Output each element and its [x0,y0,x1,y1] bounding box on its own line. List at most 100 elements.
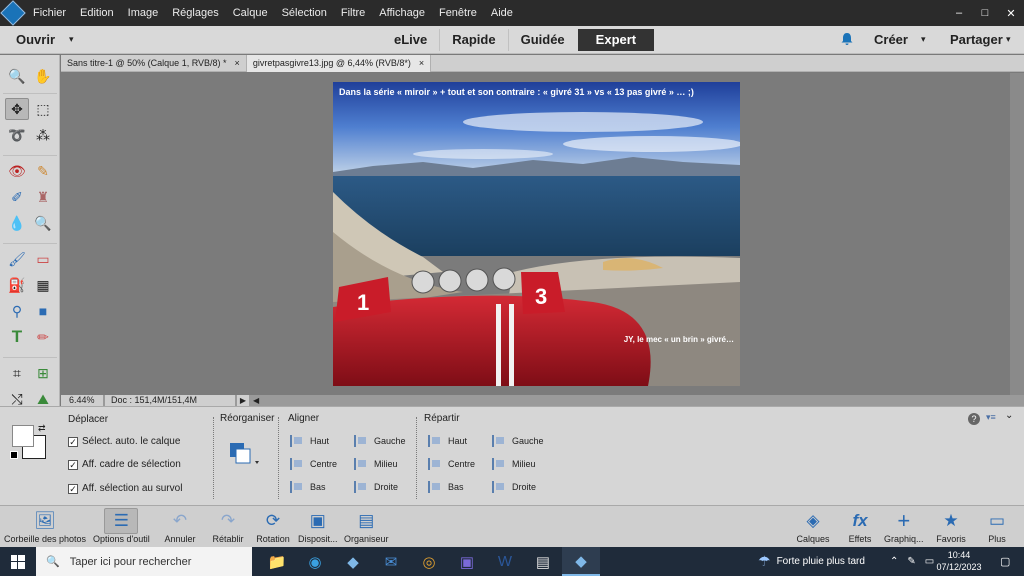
checkbox[interactable]: ✓ [68,459,78,470]
default-colors-icon[interactable] [10,451,18,459]
layout-button[interactable]: ▣ Disposit... [298,508,338,548]
text-tool-icon[interactable]: T [5,326,29,348]
redo-button[interactable]: ↷ Rétablir [211,508,245,548]
organizer-button[interactable]: ▤ Organiseur [344,508,389,548]
taskbar-search[interactable]: 🔍 Taper ici pour rechercher [36,547,252,576]
pen-icon[interactable]: ✎ [907,556,915,567]
eraser-tool-icon[interactable]: ▭ [31,248,55,270]
gradient-tool-icon[interactable]: ▦ [31,274,55,296]
menu-calque[interactable]: Calque [226,0,275,26]
sponge-tool-icon[interactable]: 🔍 [31,212,55,234]
effects-button[interactable]: fx Effets [843,508,877,548]
undo-button[interactable]: ↶ Annuler [163,508,197,548]
align-right[interactable]: Droite [354,481,398,493]
chevron-up-icon[interactable]: ⌃ [890,556,898,567]
crop-tool-icon[interactable]: ⌗ [5,362,29,384]
photoshop-elements-icon[interactable]: ◆ [562,547,600,576]
distribute-top[interactable]: Haut [428,435,467,447]
align-bottom[interactable]: Bas [290,481,326,493]
notepad-icon[interactable]: ▤ [524,547,562,576]
doc-tab-givre[interactable]: givretpasgivre13.jpg @ 6,44% (RVB/8*) × [246,55,432,72]
brush-tool-icon[interactable]: 🖌 [5,248,29,270]
checkbox[interactable]: ✓ [68,483,78,494]
clone-stamp-tool-icon[interactable]: ♜ [31,186,55,208]
zoom-level[interactable]: 6.44% [61,395,103,406]
align-top[interactable]: Haut [290,435,329,447]
doc-tab-untitled[interactable]: Sans titre-1 @ 50% (Calque 1, RVB/8) * × [61,55,247,72]
weather-widget[interactable]: ☂ Forte pluie plus tard [758,547,865,576]
pencil-tool-icon[interactable]: ✏ [31,326,55,348]
red-eye-tool-icon[interactable]: 👁 [5,160,29,182]
maximize-button[interactable]: □ [972,0,998,26]
menu-aide[interactable]: Aide [484,0,520,26]
help-icon[interactable]: ? [968,413,980,425]
show-bounding-box-check[interactable]: ✓ Aff. cadre de sélection [68,459,181,470]
distribute-bottom[interactable]: Bas [428,481,464,493]
bell-icon[interactable] [840,32,854,46]
mail-icon[interactable]: ✉ [372,547,410,576]
menu-filtre[interactable]: Filtre [334,0,372,26]
menu-image[interactable]: Image [121,0,166,26]
close-button[interactable]: ✕ [998,0,1024,26]
word-icon[interactable]: W [486,547,524,576]
tab-expert[interactable]: Expert [577,29,655,51]
create-button[interactable]: Créer [874,26,908,54]
tool-options-button[interactable]: ☰ Options d'outil [93,508,150,548]
menu-selection[interactable]: Sélection [275,0,334,26]
edge-icon[interactable]: ◉ [296,547,334,576]
elements-organizer-icon[interactable]: ◆ [334,547,372,576]
chevron-down-icon[interactable]: ▾ [69,34,74,45]
quick-selection-tool-icon[interactable]: ⁂ [31,124,55,146]
clock[interactable]: 10:44 07/12/2023 [934,549,984,573]
zoom-tool-icon[interactable]: 🔍 [5,65,29,87]
app-icon[interactable]: ▣ [448,547,486,576]
chevron-down-icon[interactable]: ▾ [1006,34,1011,45]
rotate-button[interactable]: ⟳ Rotation [256,508,290,548]
notifications-icon[interactable]: ▢ [1000,555,1010,568]
distribute-middle[interactable]: Milieu [492,458,536,470]
file-explorer-icon[interactable]: 📁 [258,547,296,576]
open-button[interactable]: Ouvrir [16,26,55,54]
scroll-left-icon[interactable]: ◀ [253,396,259,405]
document-photo[interactable]: 1 3 Dans la série « miroir » + tout et s… [333,82,740,386]
more-button[interactable]: ▭ Plus [980,508,1014,548]
menu-reglages[interactable]: Réglages [165,0,225,26]
checkbox[interactable]: ✓ [68,436,78,447]
menu-affichage[interactable]: Affichage [372,0,432,26]
foreground-color-swatch[interactable] [12,425,34,447]
vertical-scrollbar[interactable] [1010,73,1024,395]
eyedropper-tool-icon[interactable]: ⚲ [5,300,29,322]
show-highlight-rollover-check[interactable]: ✓ Aff. sélection au survol [68,483,182,494]
menu-fichier[interactable]: Fichier [26,0,73,26]
paint-bucket-tool-icon[interactable]: ⛽ [5,274,29,296]
marquee-tool-icon[interactable]: ⬚ [31,98,55,120]
distribute-right[interactable]: Droite [492,481,536,493]
close-icon[interactable]: × [419,55,424,72]
arrange-icon[interactable] [228,441,260,469]
tab-rapide[interactable]: Rapide [440,29,509,51]
tab-elive[interactable]: eLive [382,29,441,51]
status-menu-arrow-icon[interactable]: ▶ [237,395,249,406]
spot-healing-tool-icon[interactable]: ✎ [31,160,55,182]
layers-button[interactable]: ◈ Calques [796,508,830,548]
favorites-button[interactable]: ★ Favoris [934,508,968,548]
graphics-button[interactable]: + Graphiq... [884,508,924,548]
panel-menu-icon[interactable]: ▾≡ [986,412,996,423]
menu-edition[interactable]: Edition [73,0,121,26]
minimize-button[interactable]: – [946,0,972,26]
network-icon[interactable]: ▭ [925,556,934,567]
chevron-down-icon[interactable]: ▾ [921,34,926,45]
align-left[interactable]: Gauche [354,435,406,447]
photo-bin-button[interactable]: 🖼 Corbeille des photos [4,508,86,548]
shape-tool-icon[interactable]: ■ [31,300,55,322]
chevron-down-icon[interactable]: ⌄ [1005,410,1013,421]
chrome-icon[interactable]: ◎ [410,547,448,576]
align-center[interactable]: Centre [290,458,337,470]
canvas-area[interactable]: 1 3 Dans la série « miroir » + tout et s… [61,73,1024,395]
recompose-tool-icon[interactable]: ⊞ [31,362,55,384]
blur-tool-icon[interactable]: 💧 [5,212,29,234]
smart-brush-tool-icon[interactable]: ✐ [5,186,29,208]
menu-fenetre[interactable]: Fenêtre [432,0,484,26]
distribute-left[interactable]: Gauche [492,435,544,447]
distribute-center[interactable]: Centre [428,458,475,470]
